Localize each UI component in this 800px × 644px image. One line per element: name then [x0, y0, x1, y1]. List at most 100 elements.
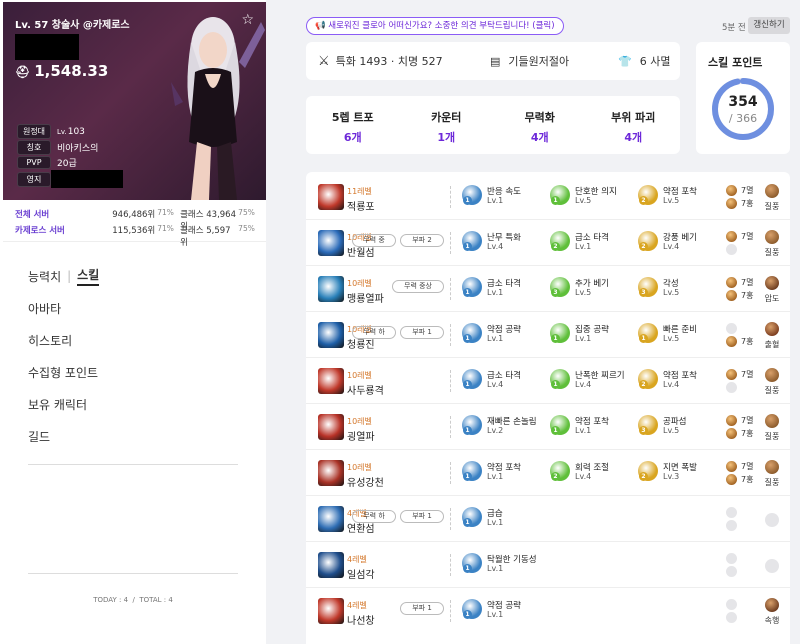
gem-slot[interactable]: 7홍	[724, 335, 756, 348]
rune-slot[interactable]: 질풍	[760, 230, 784, 258]
gem-slot[interactable]	[724, 381, 756, 394]
tripod[interactable]: 3 공파섬 Lv.5	[638, 412, 722, 442]
skill-icon	[318, 598, 344, 624]
rune-slot[interactable]: 속행	[760, 598, 784, 626]
skill-row[interactable]: 10레벨 사두룡격 1 급소 타격 Lv.4 1 난폭한 찌르기 Lv.4 2 약…	[306, 358, 790, 404]
tripod[interactable]: 2 약점 포착 Lv.5	[638, 182, 722, 212]
sidebar-item-history[interactable]: 히스토리	[28, 332, 99, 364]
rune-slot[interactable]	[760, 506, 784, 530]
gem-slot[interactable]: 7홍	[724, 289, 756, 302]
skill-row[interactable]: 4레벨 연환섬 부파 1 무력 하 1 급습 Lv.1	[306, 496, 790, 542]
tripod[interactable]: 3 추가 베기 Lv.5	[550, 274, 634, 304]
feedback-text: 새로워진 클로아 어떠신가요? 소중한 의견 부탁드립니다! (클릭)	[328, 21, 555, 31]
tab-skills[interactable]: 스킬	[77, 266, 100, 286]
tripod[interactable]: 2 강풍 베기 Lv.4	[638, 228, 722, 258]
tripod[interactable]: 2 회력 조절 Lv.4	[550, 458, 634, 488]
summary-count: 4개	[624, 131, 643, 144]
rune-slot[interactable]: 질풍	[760, 460, 784, 488]
sidebar-item-avatar[interactable]: 아바타	[28, 300, 99, 332]
skill-row[interactable]: 11레벨 적룡포 1 반응 속도 Lv.1 1 단호한 의지 Lv.5 2 약점 …	[306, 174, 790, 220]
tab-stats[interactable]: 능력치	[28, 268, 61, 285]
tripod[interactable]: 1 약점 포착 Lv.1	[462, 458, 546, 488]
refresh-button[interactable]: 갱신하기	[748, 17, 790, 34]
gem-slot[interactable]: 7홍	[724, 197, 756, 210]
gem-slot[interactable]: 7멸	[724, 414, 756, 427]
skill-row[interactable]: 10레벨 맹룡열파 무력 중상 1 급소 타격 Lv.1 3 추가 베기 Lv.5 …	[306, 266, 790, 312]
tripod-slot-number: 1	[463, 610, 472, 619]
rune-slot[interactable]: 질풍	[760, 414, 784, 442]
tripod[interactable]: 1 급습 Lv.1	[462, 504, 546, 534]
gem-slot[interactable]: 7멸	[724, 368, 756, 381]
tripod[interactable]: 1 집중 공략 Lv.1	[550, 320, 634, 350]
gem-slot[interactable]	[724, 506, 756, 519]
skill-level: 4레벨	[347, 601, 367, 610]
gem-slot[interactable]	[724, 565, 756, 578]
skill-row[interactable]: 4레벨 일섬각 1 탁월한 기동성 Lv.1	[306, 542, 790, 588]
skill-name: 굉열파	[347, 432, 375, 443]
gem-slot[interactable]: 7홍	[724, 473, 756, 486]
tripod[interactable]: 1 반응 속도 Lv.1	[462, 182, 546, 212]
gem-icon	[726, 415, 737, 426]
tripod[interactable]: 1 약점 포착 Lv.1	[550, 412, 634, 442]
row-divider	[450, 370, 451, 392]
favorite-star-icon[interactable]: ☆	[241, 12, 254, 28]
skill-row[interactable]: 10레벨 반월섬 부파 2 무력 중 1 난무 특화 Lv.4 2 급소 타격 Lv.…	[306, 220, 790, 266]
row-divider	[450, 462, 451, 484]
item-level-value: 1,548.33	[34, 62, 109, 80]
sidebar-item-collectibles[interactable]: 수집형 포인트	[28, 364, 99, 396]
skill-badge: 무력 하	[352, 510, 396, 523]
rune-slot[interactable]: 출혈	[760, 322, 784, 350]
skill-row[interactable]: 10레벨 유성강천 1 약점 포착 Lv.1 2 회력 조절 Lv.4 2 지면 …	[306, 450, 790, 496]
gem-icon	[726, 231, 737, 242]
gem-slot[interactable]	[724, 243, 756, 256]
rune-label: 질풍	[764, 386, 780, 395]
gem-slot[interactable]: 7홍	[724, 427, 756, 440]
gem-slot[interactable]: 7멸	[724, 276, 756, 289]
gem-slot[interactable]	[724, 598, 756, 611]
tripod[interactable]: 1 난무 특화 Lv.4	[462, 228, 546, 258]
gem-slots: 7멸 7홍	[724, 276, 756, 302]
tripod[interactable]: 2 약점 포착 Lv.4	[638, 366, 722, 396]
sidebar-item-guild[interactable]: 길드	[28, 428, 99, 460]
gem-icon	[726, 553, 737, 564]
rune-icon	[765, 513, 779, 527]
tripod[interactable]: 1 급소 타격 Lv.4	[462, 366, 546, 396]
tripod[interactable]: 1 단호한 의지 Lv.5	[550, 182, 634, 212]
rune-slot[interactable]: 압도	[760, 276, 784, 304]
tripod[interactable]: 3 각성 Lv.5	[638, 274, 722, 304]
tripod[interactable]: 2 지면 폭발 Lv.3	[638, 458, 722, 488]
tripod[interactable]: 1 약점 공략 Lv.1	[462, 596, 546, 626]
gem-icon	[726, 323, 737, 334]
tripod[interactable]: 1 난폭한 찌르기 Lv.4	[550, 366, 634, 396]
rune-slot[interactable]: 질풍	[760, 184, 784, 212]
tripod-slot-number: 1	[463, 472, 472, 481]
gem-icon	[726, 461, 737, 472]
tripod-slot-number: 1	[551, 426, 560, 435]
gem-slot[interactable]	[724, 322, 756, 335]
rune-slot[interactable]: 질풍	[760, 368, 784, 396]
tripod[interactable]: 2 급소 타격 Lv.1	[550, 228, 634, 258]
skill-row[interactable]: 10레벨 굉열파 1 재빠른 손놀림 Lv.2 1 약점 포착 Lv.1 3 공파…	[306, 404, 790, 450]
gem-slot[interactable]	[724, 552, 756, 565]
row-divider	[450, 186, 451, 208]
tripod[interactable]: 1 빠른 준비 Lv.5	[638, 320, 722, 350]
gem-slot[interactable]	[724, 519, 756, 532]
skill-row[interactable]: 10레벨 청룡진 부파 1 무력 하 1 약점 공략 Lv.1 1 집중 공략 Lv.…	[306, 312, 790, 358]
tripod[interactable]: 1 급소 타격 Lv.1	[462, 274, 546, 304]
tripod-level: Lv.1	[487, 472, 504, 481]
skill-row[interactable]: 4레벨 나선창 부파 1 1 약점 공략 Lv.1 속행	[306, 588, 790, 634]
tripod[interactable]: 1 재빠른 손놀림 Lv.2	[462, 412, 546, 442]
gem-icon	[726, 566, 737, 577]
rune-slot[interactable]	[760, 552, 784, 576]
redacted-estate	[51, 170, 123, 188]
skill-points-total: / 366	[728, 112, 758, 125]
gem-slot[interactable]: 7멸	[724, 230, 756, 243]
tripod[interactable]: 1 약점 공략 Lv.1	[462, 320, 546, 350]
sidebar-item-characters[interactable]: 보유 캐릭터	[28, 396, 99, 428]
gem-slot[interactable]: 7멸	[724, 184, 756, 197]
gem-slot[interactable]: 7멸	[724, 460, 756, 473]
tripod[interactable]: 1 탁월한 기동성 Lv.1	[462, 550, 546, 580]
feedback-link[interactable]: 📢 새로워진 클로아 어떠신가요? 소중한 의견 부탁드립니다! (클릭)	[306, 17, 564, 35]
crossed-swords-icon: ⚔	[318, 53, 330, 69]
gem-slot[interactable]	[724, 611, 756, 624]
